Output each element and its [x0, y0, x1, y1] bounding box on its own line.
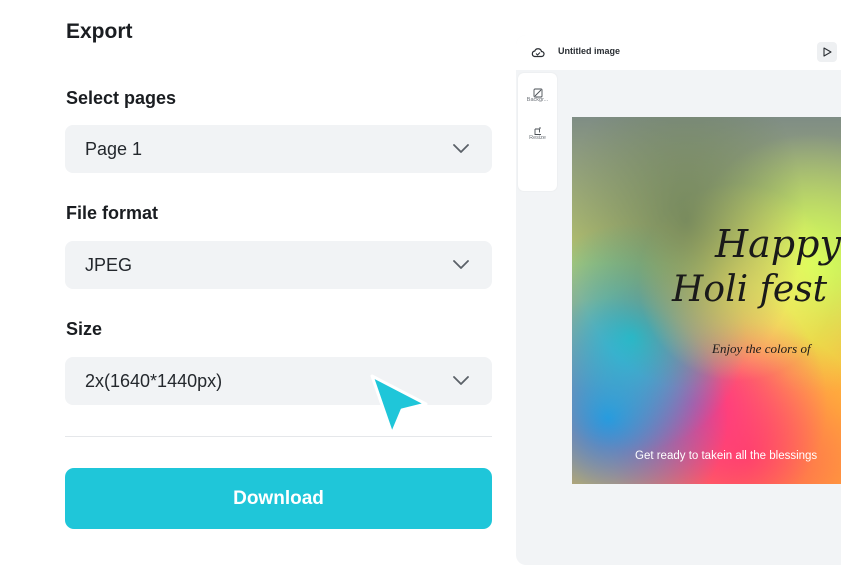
- select-pages-value: Page 1: [85, 138, 143, 159]
- canvas-heading-line2: Holi fest: [672, 269, 828, 310]
- canvas-caption: Get ready to takein all the blessings: [635, 450, 818, 462]
- export-panel: Export Select pages Page 1 File format J…: [0, 0, 510, 560]
- download-button[interactable]: Download: [65, 468, 492, 529]
- file-format-value: JPEG: [85, 254, 133, 275]
- size-label: Size: [66, 319, 103, 339]
- pointer-cursor-icon: [370, 374, 428, 436]
- canvas-image[interactable]: Happy Holi fest Enjoy the colors of Get …: [572, 117, 841, 484]
- canvas-heading-line1: Happy: [715, 222, 841, 266]
- file-format-label: File format: [66, 203, 159, 223]
- size-value: 2x(1640*1440px): [85, 370, 223, 391]
- tool-label: Backgr...: [526, 97, 549, 103]
- tool-background[interactable]: Backgr...: [518, 85, 557, 103]
- select-pages-dropdown[interactable]: Page 1: [65, 125, 492, 173]
- document-title[interactable]: Untitled image: [558, 46, 620, 56]
- chevron-down-icon: [452, 375, 470, 387]
- canvas-subheading: Enjoy the colors of: [712, 341, 811, 356]
- preview-topbar: Untitled image: [516, 35, 841, 70]
- tool-resize[interactable]: Resize: [518, 123, 557, 141]
- chevron-down-icon: [452, 143, 470, 155]
- background-icon: [533, 85, 543, 98]
- file-format-dropdown[interactable]: JPEG: [65, 241, 492, 289]
- play-button[interactable]: [817, 42, 837, 62]
- tool-label: Resize: [529, 135, 546, 141]
- cloud-icon[interactable]: [531, 45, 545, 58]
- preview-window: Untitled image Backgr... Resize Happy Ho…: [516, 35, 841, 565]
- tools-strip: Backgr... Resize: [518, 73, 557, 191]
- export-title: Export: [66, 20, 133, 43]
- select-pages-label: Select pages: [66, 88, 177, 108]
- resize-icon: [533, 123, 543, 135]
- chevron-down-icon: [452, 259, 470, 271]
